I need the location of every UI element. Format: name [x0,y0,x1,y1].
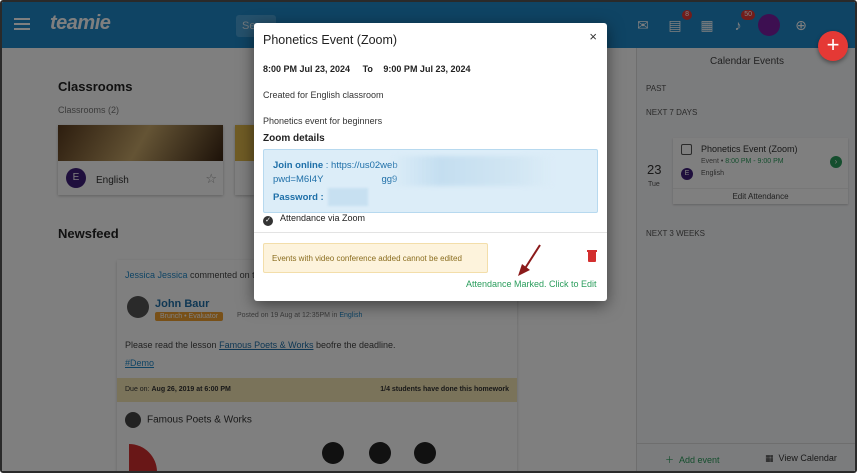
join-url-continued[interactable]: pwd=M6I4Y gg9 [273,174,397,185]
zoom-details-box: Join online : https://us02web pwd=M6I4Y g… [263,149,598,213]
zoom-details-heading: Zoom details [263,133,325,144]
warning-message: Events with video conference added canno… [263,243,488,273]
attendance-via: ✓ Attendance via Zoom [263,213,365,226]
check-circle-icon: ✓ [263,216,273,226]
trash-icon[interactable] [587,250,597,262]
event-time-separator: To [362,64,373,74]
join-url-part[interactable]: pwd=M6I4Y [273,174,323,185]
close-icon[interactable]: × [589,29,597,44]
modal-title: Phonetics Event (Zoom) [263,33,398,47]
event-description: Phonetics event for beginners [263,116,383,126]
divider [254,232,607,233]
attendance-via-label: Attendance via Zoom [280,213,366,223]
event-end: 9:00 PM Jul 23, 2024 [383,64,471,74]
join-online-label: Join online [273,160,324,171]
event-details-modal: Phonetics Event (Zoom) × 8:00 PM Jul 23,… [254,23,607,301]
created-for-text: Created for English classroom [263,90,384,100]
event-time-range: 8:00 PM Jul 23, 2024 To 9:00 PM Jul 23, … [263,64,470,74]
app-window: teamie Se ✉ ▤8 ▦ ♪50 ⊕ Classrooms Classr… [0,0,857,473]
event-start: 8:00 PM Jul 23, 2024 [263,64,351,74]
redacted-blur [328,188,368,206]
attendance-marked-link[interactable]: Attendance Marked. Click to Edit [466,279,597,289]
join-online-line: Join online : https://us02web [273,160,398,171]
plus-icon[interactable]: + [818,31,848,61]
annotation-arrow-icon [518,244,541,276]
password-label: Password : [273,192,324,203]
redacted-blur [392,156,552,186]
join-url[interactable]: : https://us02web [326,160,398,171]
